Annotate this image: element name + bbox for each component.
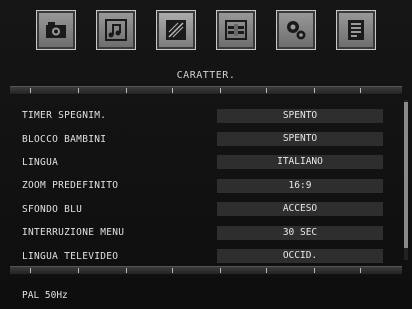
setting-row-teletext-language[interactable]: LINGUA TELEVIDEO OCCID. bbox=[22, 244, 392, 267]
setting-value[interactable]: ACCESO bbox=[217, 202, 383, 217]
setting-value[interactable]: ITALIANO bbox=[217, 155, 383, 170]
setting-value[interactable]: OCCID. bbox=[217, 249, 383, 264]
gears-icon bbox=[287, 21, 306, 40]
setting-row-sleep-timer[interactable]: TIMER SPEGNIM. SPENTO bbox=[22, 104, 392, 127]
setting-label: BLOCCO BAMBINI bbox=[22, 133, 107, 145]
document-icon bbox=[348, 20, 364, 40]
features-menu-button[interactable] bbox=[156, 10, 196, 50]
picture-menu-button[interactable] bbox=[36, 10, 76, 50]
scrollbar-thumb[interactable] bbox=[404, 102, 408, 248]
setting-value[interactable]: 30 SEC bbox=[217, 225, 383, 240]
camera-icon bbox=[46, 22, 66, 38]
setting-row-language[interactable]: LINGUA ITALIANO bbox=[22, 151, 392, 174]
picture-settings-icon bbox=[166, 20, 186, 40]
setting-label: LINGUA TELEVIDEO bbox=[22, 250, 119, 262]
setting-row-child-lock[interactable]: BLOCCO BAMBINI SPENTO bbox=[22, 127, 392, 150]
settings-menu-button[interactable] bbox=[276, 10, 316, 50]
setting-label: SFONDO BLU bbox=[22, 203, 83, 215]
sound-menu-button[interactable] bbox=[96, 10, 136, 50]
divider-bottom bbox=[10, 266, 402, 275]
menu-icon-bar bbox=[0, 0, 412, 62]
menu-title: CARATTER. bbox=[176, 70, 236, 81]
setting-value[interactable]: 16:9 bbox=[217, 178, 383, 193]
setting-label: LINGUA bbox=[22, 156, 59, 168]
setting-label: TIMER SPEGNIM. bbox=[22, 110, 107, 122]
setting-value[interactable]: SPENTO bbox=[217, 132, 383, 147]
setting-row-menu-timeout[interactable]: INTERRUZIONE MENU 30 SEC bbox=[22, 221, 392, 244]
setting-row-default-zoom[interactable]: ZOOM PREDEFINITO 16:9 bbox=[22, 174, 392, 197]
scrollbar[interactable] bbox=[404, 100, 408, 260]
tv-osd-menu: CARATTER. TIMER SPEGNIM. SPENTO BLOCCO B… bbox=[0, 0, 412, 309]
music-note-icon bbox=[105, 19, 127, 41]
settings-list: TIMER SPEGNIM. SPENTO BLOCCO BAMBINI SPE… bbox=[22, 104, 392, 268]
info-menu-button[interactable] bbox=[336, 10, 376, 50]
signal-status: PAL 50Hz bbox=[22, 290, 68, 301]
setting-value[interactable]: SPENTO bbox=[217, 108, 383, 123]
divider-top bbox=[10, 86, 402, 95]
source-menu-button[interactable] bbox=[216, 10, 256, 50]
connections-icon bbox=[225, 20, 247, 40]
setting-label: INTERRUZIONE MENU bbox=[22, 227, 125, 239]
setting-row-blue-background[interactable]: SFONDO BLU ACCESO bbox=[22, 198, 392, 221]
setting-label: ZOOM PREDEFINITO bbox=[22, 180, 119, 192]
